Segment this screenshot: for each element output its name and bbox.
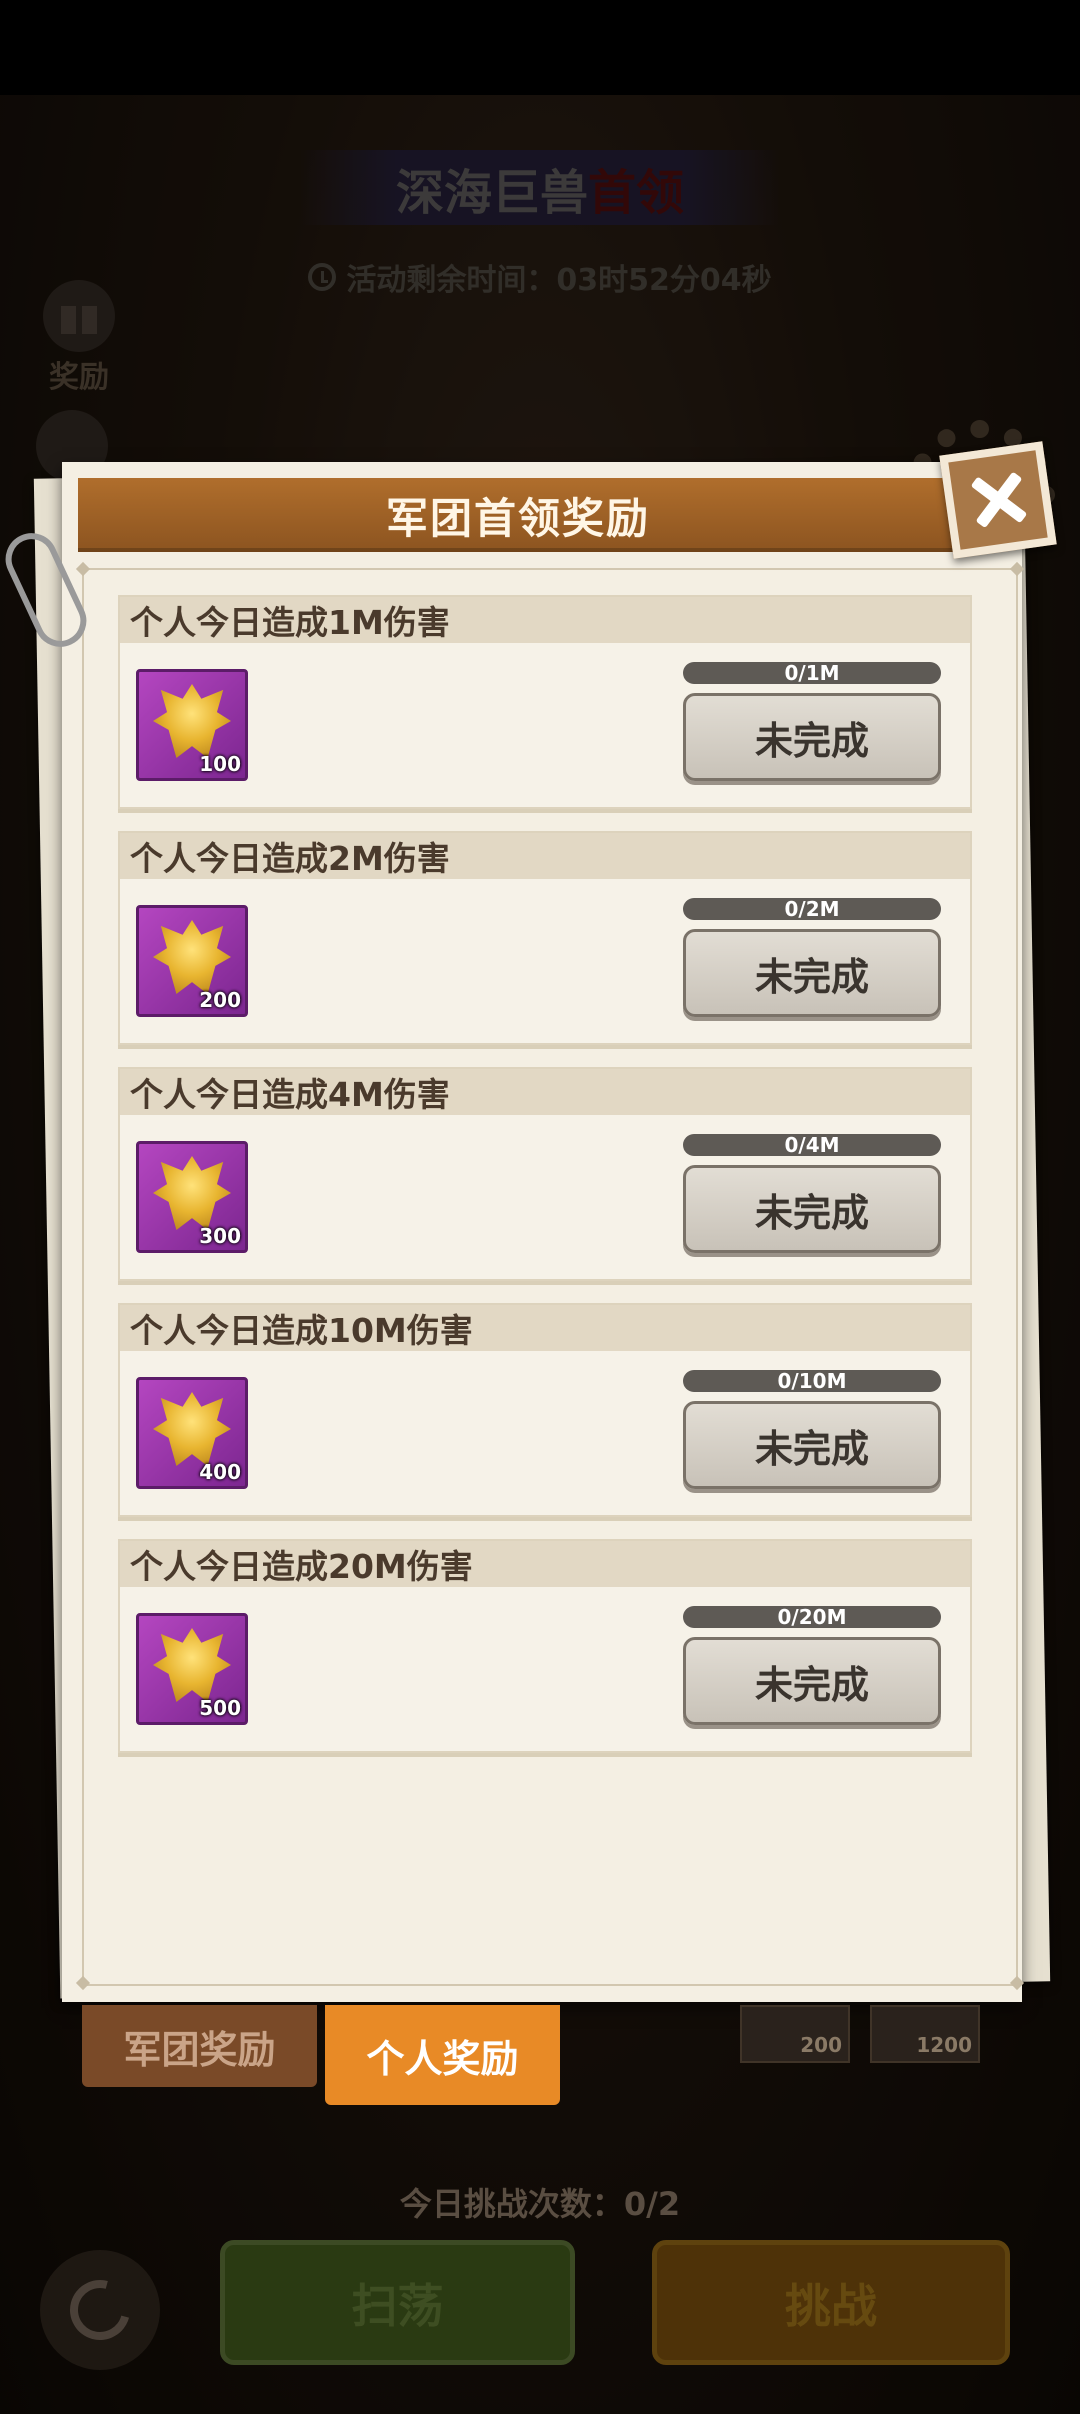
task-label: 个人今日造成2M伤害: [120, 833, 970, 879]
task-status-button[interactable]: 未完成: [683, 1401, 941, 1489]
task-card: 个人今日造成2M伤害 200 0/2M 未完成: [118, 831, 972, 1045]
background-reward-slot: 1200: [870, 2005, 980, 2063]
undo-arrow-icon: [59, 2269, 141, 2351]
task-status-button[interactable]: 未完成: [683, 1165, 941, 1253]
progress-bar: 0/20M: [683, 1606, 941, 1628]
eagle-medal-icon: [153, 1628, 231, 1702]
eagle-medal-icon: [153, 1392, 231, 1466]
tab-corps-rewards[interactable]: 军团奖励: [82, 2005, 317, 2087]
reward-count: 200: [199, 988, 241, 1012]
task-list: 个人今日造成1M伤害 100 0/1M 未完成 个人今日造成2M伤害 200 0…: [118, 595, 972, 1775]
progress-text: 0/1M: [784, 662, 840, 684]
dialog-title-bar: 军团首领奖励: [78, 478, 958, 552]
eagle-medal-icon: [153, 1156, 231, 1230]
back-button[interactable]: [40, 2250, 160, 2370]
progress-text: 0/4M: [784, 1134, 840, 1156]
eagle-medal-icon: [153, 684, 231, 758]
task-status-button[interactable]: 未完成: [683, 693, 941, 781]
challenge-button[interactable]: 挑战: [652, 2240, 1010, 2365]
background-reward-slot: 200: [740, 2005, 850, 2063]
progress-bar: 0/1M: [683, 662, 941, 684]
close-icon: [968, 470, 1029, 531]
reward-item[interactable]: 300: [136, 1141, 248, 1253]
progress-text: 0/10M: [777, 1370, 847, 1392]
progress-bar: 0/4M: [683, 1134, 941, 1156]
reward-count: 100: [199, 752, 241, 776]
task-status-button[interactable]: 未完成: [683, 1637, 941, 1725]
progress-bar: 0/2M: [683, 898, 941, 920]
sweep-button[interactable]: 扫荡: [220, 2240, 575, 2365]
reward-count: 300: [199, 1224, 241, 1248]
task-label: 个人今日造成10M伤害: [120, 1305, 970, 1351]
reward-count: 500: [199, 1696, 241, 1720]
task-card: 个人今日造成4M伤害 300 0/4M 未完成: [118, 1067, 972, 1281]
close-button[interactable]: [939, 441, 1057, 559]
progress-bar: 0/10M: [683, 1370, 941, 1392]
challenge-count: 今日挑战次数：0/2: [399, 2185, 681, 2223]
reward-count: 400: [199, 1460, 241, 1484]
reward-item[interactable]: 100: [136, 669, 248, 781]
task-label: 个人今日造成20M伤害: [120, 1541, 970, 1587]
task-label: 个人今日造成4M伤害: [120, 1069, 970, 1115]
dialog-title: 军团首领奖励: [385, 493, 650, 543]
progress-text: 0/2M: [784, 898, 840, 920]
task-label: 个人今日造成1M伤害: [120, 597, 970, 643]
status-bar: [0, 0, 1080, 95]
progress-text: 0/20M: [777, 1606, 847, 1628]
eagle-medal-icon: [153, 920, 231, 994]
reward-item[interactable]: 400: [136, 1377, 248, 1489]
task-status-button[interactable]: 未完成: [683, 929, 941, 1017]
reward-item[interactable]: 200: [136, 905, 248, 1017]
tab-personal-rewards[interactable]: 个人奖励: [325, 2005, 560, 2105]
task-card: 个人今日造成10M伤害 400 0/10M 未完成: [118, 1303, 972, 1517]
task-card: 个人今日造成1M伤害 100 0/1M 未完成: [118, 595, 972, 809]
reward-item[interactable]: 500: [136, 1613, 248, 1725]
task-card: 个人今日造成20M伤害 500 0/20M 未完成: [118, 1539, 972, 1753]
